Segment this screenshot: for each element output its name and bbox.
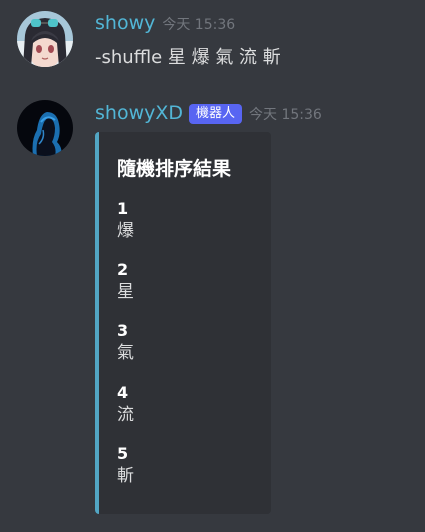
field-name: 1	[117, 199, 129, 218]
embed-field: 1 爆	[117, 199, 134, 242]
embed-field: 4 流	[117, 383, 134, 426]
embed-field: 3 氣	[117, 321, 134, 364]
field-value: 氣	[117, 343, 134, 363]
field-name: 5	[117, 444, 129, 463]
message-showyxd: showyXD 機器人 今天 15:36 隨機排序結果 1 爆 2 星 3 氣 …	[0, 0, 425, 532]
dark-silhouette-avatar-icon	[17, 100, 73, 156]
field-value: 星	[117, 282, 134, 302]
field-value: 斬	[117, 466, 134, 486]
field-name: 4	[117, 383, 129, 402]
bot-avatar[interactable]	[17, 100, 73, 156]
field-name: 2	[117, 260, 129, 279]
bot-badge: 機器人	[189, 104, 243, 124]
message-header: showyXD 機器人 今天 15:36	[95, 102, 322, 126]
embed-field: 2 星	[117, 260, 134, 303]
embed-field: 5 斬	[117, 444, 134, 487]
field-value: 爆	[117, 221, 134, 241]
embed: 隨機排序結果 1 爆 2 星 3 氣 4 流 5 斬	[95, 132, 271, 514]
timestamp: 今天 15:36	[249, 107, 322, 123]
embed-title: 隨機排序結果	[117, 158, 232, 180]
username[interactable]: showyXD	[95, 102, 183, 124]
field-name: 3	[117, 321, 129, 340]
field-value: 流	[117, 405, 134, 425]
